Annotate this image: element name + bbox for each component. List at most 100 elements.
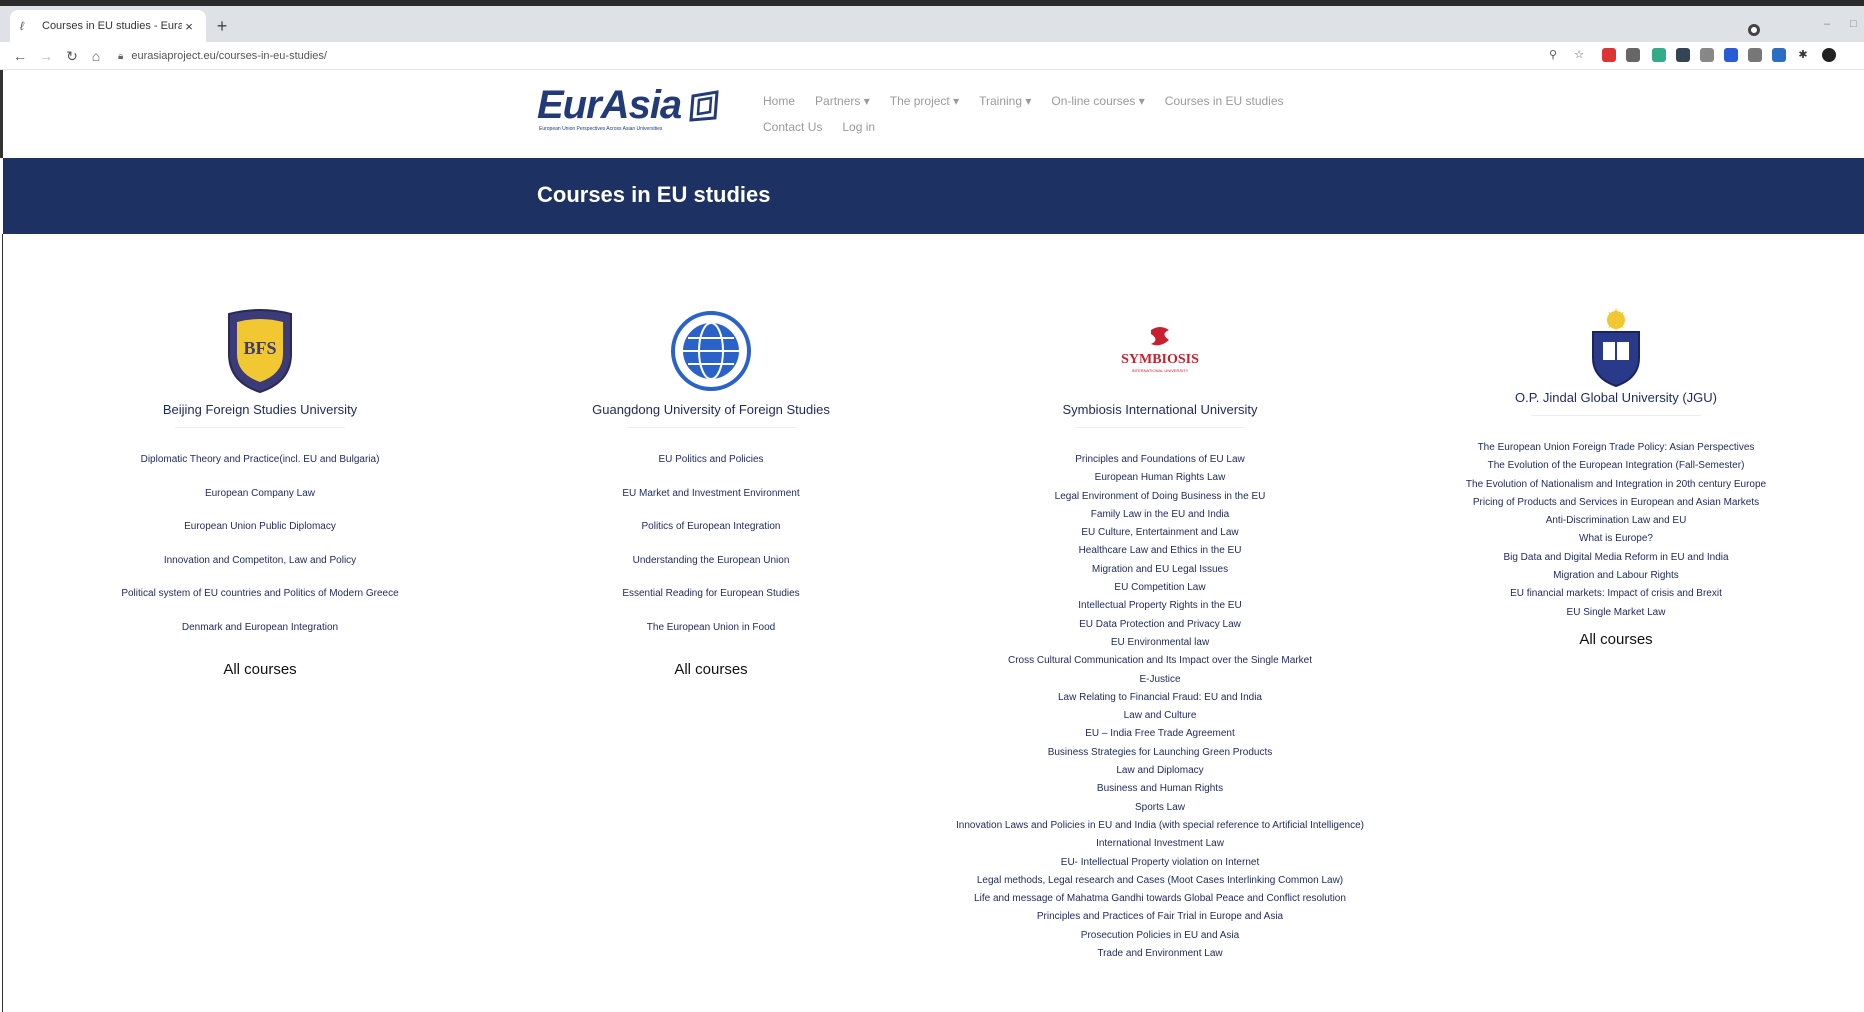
course-link[interactable]: Denmark and European Integration xyxy=(110,622,410,656)
back-icon[interactable]: ← xyxy=(10,46,30,66)
menu-item[interactable]: Training ▾ xyxy=(979,94,1031,108)
divider xyxy=(626,427,796,428)
course-link[interactable]: The Evolution of the European Integratio… xyxy=(1436,460,1796,478)
course-link[interactable]: Law and Diplomacy xyxy=(940,765,1380,783)
course-link[interactable]: Cross Cultural Communication and Its Imp… xyxy=(940,655,1380,673)
course-link[interactable]: Legal methods, Legal research and Cases … xyxy=(940,875,1380,893)
course-link[interactable]: Business and Human Rights xyxy=(940,783,1380,801)
course-link[interactable]: Sports Law xyxy=(940,802,1380,820)
menu-item[interactable]: Courses in EU studies xyxy=(1165,94,1284,108)
course-link[interactable]: EU financial markets: Impact of crisis a… xyxy=(1436,588,1796,606)
extensions-puzzle-icon[interactable]: ✱ xyxy=(1796,48,1810,62)
course-link[interactable]: EU Data Protection and Privacy Law xyxy=(940,619,1380,637)
eurasia-logo[interactable]: EurAsia European Union Perspectives Acro… xyxy=(537,85,723,134)
course-link[interactable]: E-Justice xyxy=(940,674,1380,692)
course-link[interactable]: The European Union in Food xyxy=(561,622,861,656)
course-link[interactable]: European Human Rights Law xyxy=(940,472,1380,490)
course-link[interactable]: Legal Environment of Doing Business in t… xyxy=(940,491,1380,509)
course-link[interactable]: EU Culture, Entertainment and Law xyxy=(940,527,1380,545)
course-link[interactable]: EU- Intellectual Property violation on I… xyxy=(940,857,1380,875)
course-link[interactable]: Principles and Foundations of EU Law xyxy=(940,454,1380,472)
all-courses-link[interactable]: All courses xyxy=(1436,631,1796,648)
course-link[interactable]: Migration and Labour Rights xyxy=(1436,570,1796,588)
extension-4-icon[interactable] xyxy=(1676,48,1690,62)
browser-profile-icon[interactable] xyxy=(1748,24,1760,36)
extension-3-icon[interactable] xyxy=(1652,48,1666,62)
university-name[interactable]: Guangdong University of Foreign Studies xyxy=(561,402,861,417)
logo-tagline: European Union Perspectives Across Asian… xyxy=(539,126,663,132)
menu-item[interactable]: Partners ▾ xyxy=(815,94,870,108)
all-courses-link[interactable]: All courses xyxy=(561,661,861,678)
course-link[interactable]: Diplomatic Theory and Practice(incl. EU … xyxy=(110,454,410,488)
profile-avatar-icon[interactable] xyxy=(1822,48,1836,62)
gdufs-globe-icon[interactable] xyxy=(670,308,752,394)
course-link[interactable]: Innovation Laws and Policies in EU and I… xyxy=(940,820,1380,838)
bookmark-star-icon[interactable]: ☆ xyxy=(1572,48,1586,62)
course-link[interactable]: Principles and Practices of Fair Trial i… xyxy=(940,911,1380,929)
extension-8-icon[interactable] xyxy=(1772,48,1786,62)
course-link[interactable]: Law Relating to Financial Fraud: EU and … xyxy=(940,692,1380,710)
course-link[interactable]: EU Competition Law xyxy=(940,582,1380,600)
course-link[interactable]: Business Strategies for Launching Green … xyxy=(940,747,1380,765)
home-icon[interactable]: ⌂ xyxy=(86,46,106,66)
course-link[interactable]: Life and message of Mahatma Gandhi towar… xyxy=(940,893,1380,911)
extension-5-icon[interactable] xyxy=(1700,48,1714,62)
course-link[interactable]: Anti-Discrimination Law and EU xyxy=(1436,515,1796,533)
course-link[interactable]: What is Europe? xyxy=(1436,533,1796,551)
university-name[interactable]: Beijing Foreign Studies University xyxy=(110,402,410,417)
symbiosis-logo-icon[interactable]: SYMBIOSIS INTERNATIONAL UNIVERSITY xyxy=(940,308,1380,394)
course-link[interactable]: Understanding the European Union xyxy=(561,555,861,589)
course-link[interactable]: Law and Culture xyxy=(940,710,1380,728)
jgu-crest-icon[interactable] xyxy=(1581,308,1651,388)
menu-item[interactable]: Home xyxy=(763,94,795,108)
extension-1-icon[interactable] xyxy=(1602,48,1616,62)
course-link[interactable]: EU Single Market Law xyxy=(1436,607,1796,625)
course-link[interactable]: European Union Public Diplomacy xyxy=(110,521,410,555)
course-link[interactable]: EU Market and Investment Environment xyxy=(561,488,861,522)
tab-strip: ℓ Courses in EU studies - Eurasia × + – … xyxy=(0,6,1864,42)
university-name[interactable]: O.P. Jindal Global University (JGU) xyxy=(1436,390,1796,405)
course-link[interactable]: Prosecution Policies in EU and Asia xyxy=(940,930,1380,948)
tab-title: Courses in EU studies - Eurasia xyxy=(42,20,182,32)
menu-item[interactable]: On-line courses ▾ xyxy=(1051,94,1144,108)
logo-mark-icon xyxy=(689,90,719,122)
menu-row-secondary: Contact Us Log in xyxy=(763,120,1363,134)
address-bar[interactable]: 🔒︎ eurasiaproject.eu/courses-in-eu-studi… xyxy=(118,45,1538,67)
course-link[interactable]: International Investment Law xyxy=(940,838,1380,856)
course-link[interactable]: The Evolution of Nationalism and Integra… xyxy=(1436,479,1796,497)
menu-item[interactable]: The project ▾ xyxy=(890,94,959,108)
menu-item[interactable]: Log in xyxy=(842,120,875,134)
maximize-icon[interactable]: □ xyxy=(1850,18,1857,30)
course-link[interactable]: EU – India Free Trade Agreement xyxy=(940,728,1380,746)
course-link[interactable]: European Company Law xyxy=(110,488,410,522)
course-link[interactable]: Political system of EU countries and Pol… xyxy=(110,588,410,622)
course-link[interactable]: Trade and Environment Law xyxy=(940,948,1380,966)
extension-6-icon[interactable] xyxy=(1724,48,1738,62)
course-link[interactable]: The European Union Foreign Trade Policy:… xyxy=(1436,442,1796,460)
forward-icon[interactable]: → xyxy=(36,46,56,66)
course-link[interactable]: Big Data and Digital Media Reform in EU … xyxy=(1436,552,1796,570)
course-link[interactable]: EU Environmental law xyxy=(940,637,1380,655)
browser-tab[interactable]: ℓ Courses in EU studies - Eurasia × xyxy=(10,10,206,42)
menu-item[interactable]: Contact Us xyxy=(763,120,822,134)
extension-7-icon[interactable] xyxy=(1748,48,1762,62)
tab-close-icon[interactable]: × xyxy=(182,19,196,34)
course-link[interactable]: Politics of European Integration xyxy=(561,521,861,555)
course-link[interactable]: Family Law in the EU and India xyxy=(940,509,1380,527)
course-link[interactable]: Pricing of Products and Services in Euro… xyxy=(1436,497,1796,515)
course-link[interactable]: Innovation and Competiton, Law and Polic… xyxy=(110,555,410,589)
course-link[interactable]: Essential Reading for European Studies xyxy=(561,588,861,622)
course-link[interactable]: Healthcare Law and Ethics in the EU xyxy=(940,545,1380,563)
university-column-bfsu: BFS Beijing Foreign Studies University D… xyxy=(110,308,410,678)
zoom-icon[interactable]: ⚲ xyxy=(1546,48,1560,62)
extension-2-icon[interactable] xyxy=(1626,48,1640,62)
new-tab-icon[interactable]: + xyxy=(212,16,232,36)
course-link[interactable]: Intellectual Property Rights in the EU xyxy=(940,600,1380,618)
bfsu-crest-icon[interactable]: BFS xyxy=(225,308,295,394)
course-link[interactable]: Migration and EU Legal Issues xyxy=(940,564,1380,582)
all-courses-link[interactable]: All courses xyxy=(110,661,410,678)
university-name[interactable]: Symbiosis International University xyxy=(940,402,1380,417)
reload-icon[interactable]: ↻ xyxy=(62,46,82,66)
course-link[interactable]: EU Politics and Policies xyxy=(561,454,861,488)
minimize-icon[interactable]: – xyxy=(1824,18,1830,30)
